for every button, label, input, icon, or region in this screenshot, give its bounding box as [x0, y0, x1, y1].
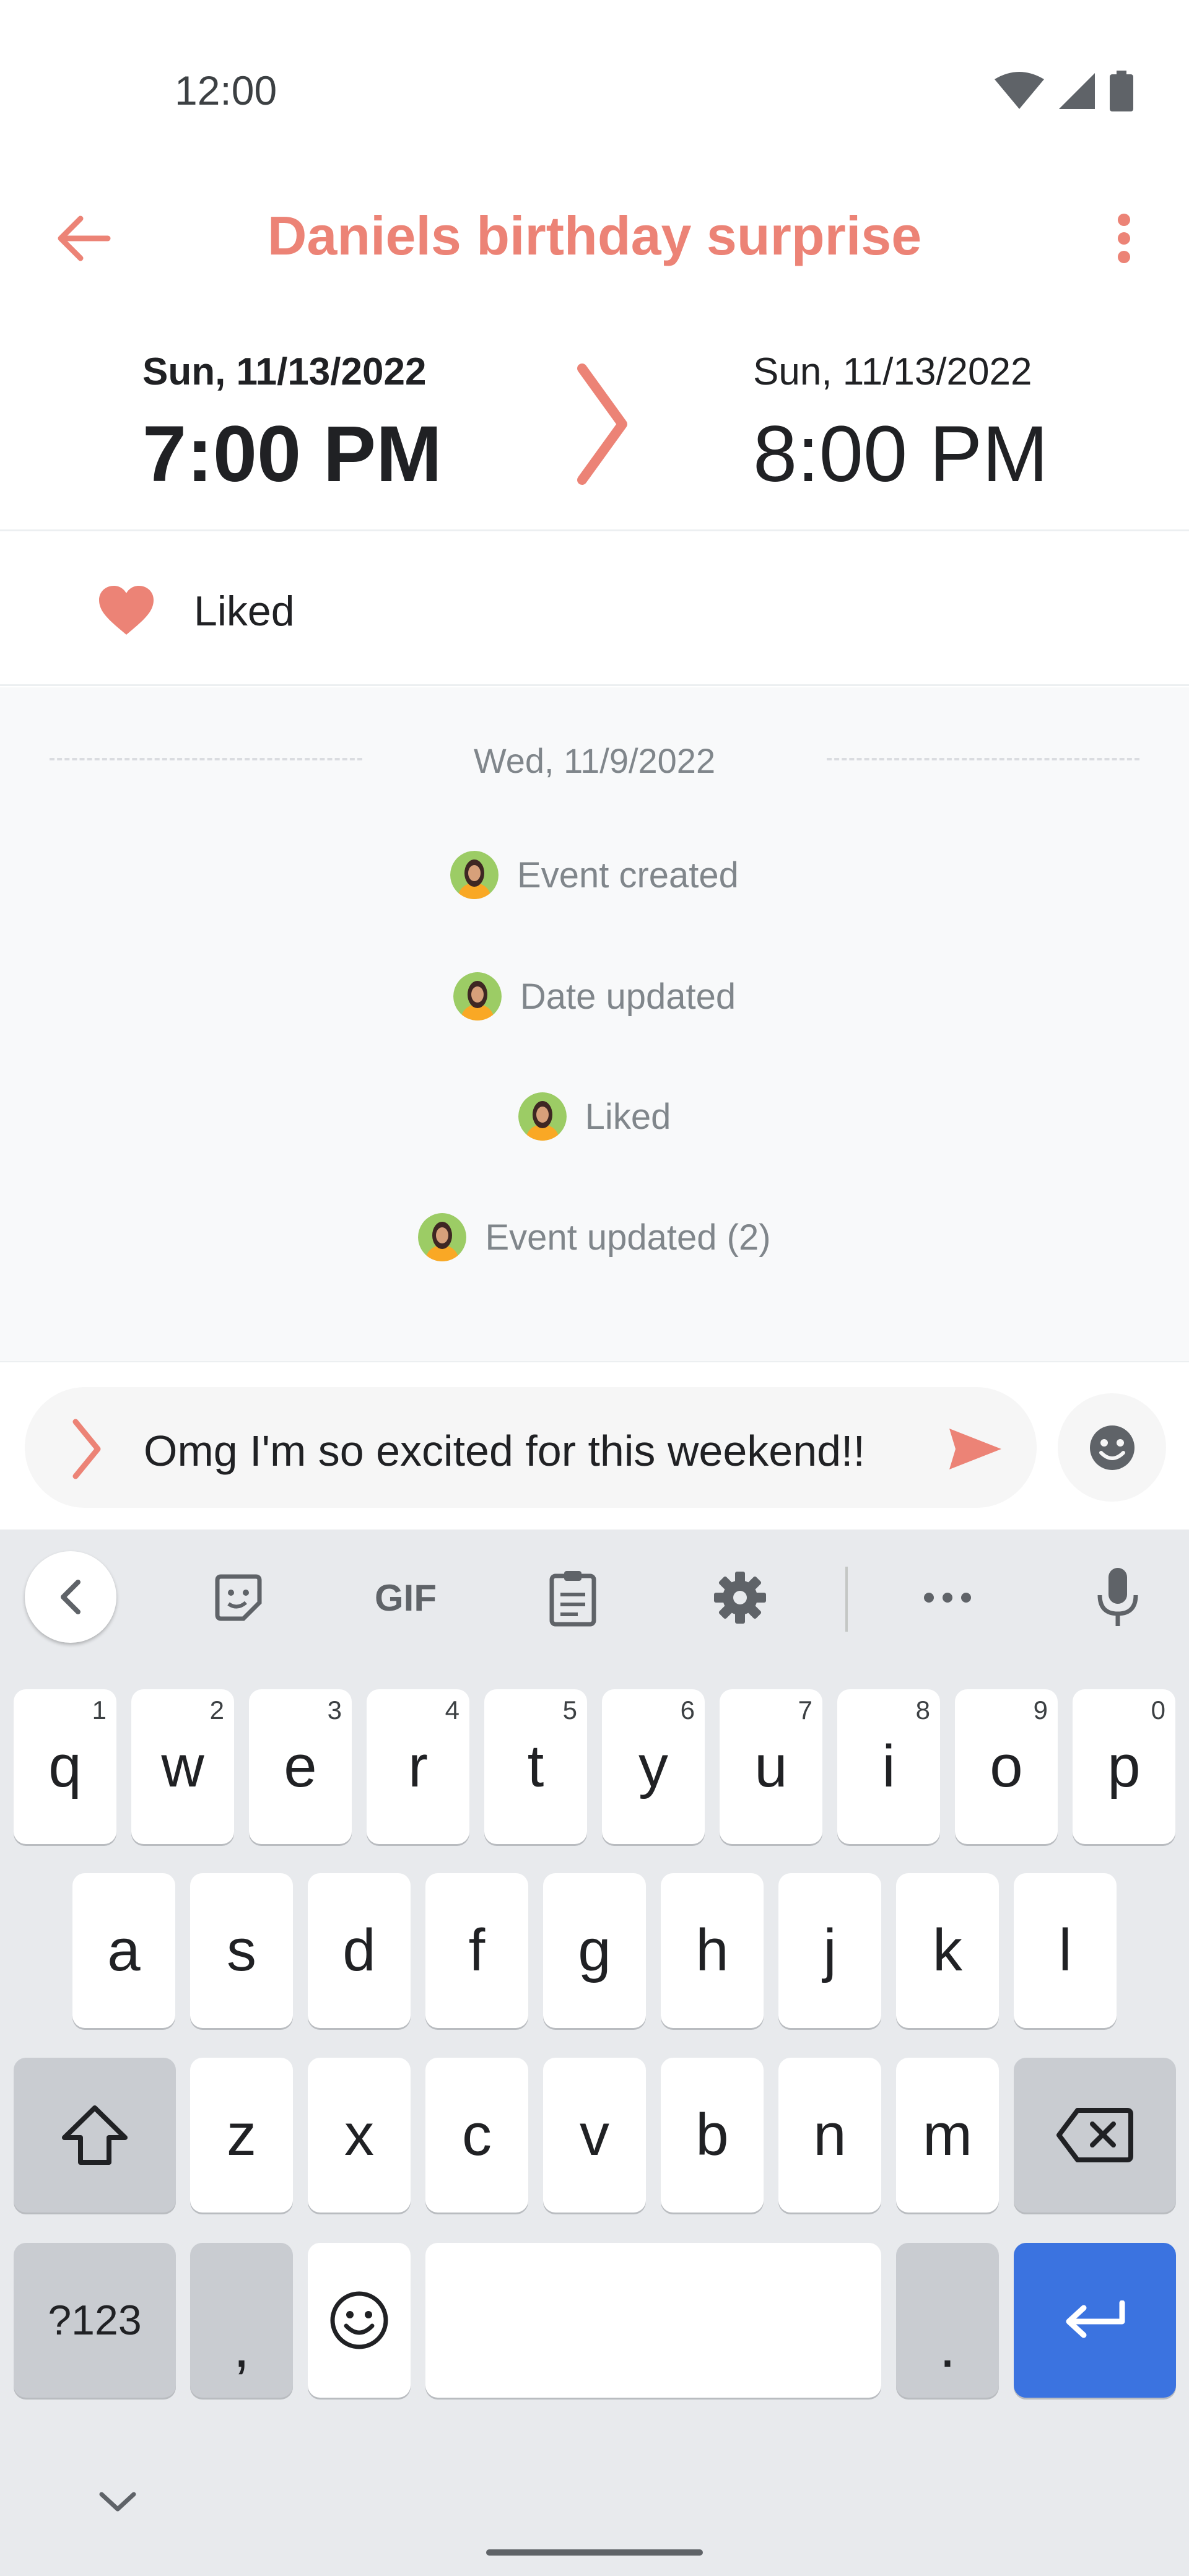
key-c[interactable]: c [425, 2058, 528, 2213]
gesture-nav-handle[interactable] [486, 2549, 703, 2556]
key-b[interactable]: b [661, 2058, 764, 2213]
key-m[interactable]: m [896, 2058, 999, 2213]
key-g[interactable]: g [543, 1873, 646, 2028]
enter-icon [1066, 2300, 1125, 2338]
symbols-key[interactable]: ?123 [14, 2243, 176, 2398]
emoji-key[interactable] [308, 2243, 411, 2398]
key-j[interactable]: j [778, 1873, 881, 2028]
key-k[interactable]: k [896, 1873, 999, 2028]
period-key[interactable]: . [896, 2243, 999, 2398]
send-button[interactable] [944, 1418, 1006, 1480]
keyboard-toolbar-back-button[interactable] [25, 1551, 116, 1643]
key-f[interactable]: f [425, 1873, 528, 2028]
key-o[interactable]: o9 [955, 1689, 1058, 1844]
feed-item: Event created [0, 847, 1189, 903]
comma-key[interactable]: , [190, 2243, 293, 2398]
key-w[interactable]: w2 [131, 1689, 234, 1844]
key-q[interactable]: q1 [14, 1689, 116, 1844]
feed-item: Liked [0, 1089, 1189, 1144]
key-v[interactable]: v [543, 2058, 646, 2213]
key-n[interactable]: n [778, 2058, 881, 2213]
message-input[interactable] [144, 1423, 912, 1479]
event-title: Daniels birthday surprise [267, 205, 922, 266]
key-s[interactable]: s [190, 1873, 293, 2028]
clipboard-icon [549, 1571, 596, 1627]
wifi-icon [995, 72, 1044, 109]
status-clock: 12:00 [175, 67, 277, 113]
feed-item-text: Liked [585, 1096, 671, 1137]
key-p[interactable]: p0 [1073, 1689, 1175, 1844]
space-key[interactable] [425, 2243, 881, 2398]
feed-item: Date updated [0, 968, 1189, 1024]
backspace-key[interactable] [1014, 2058, 1176, 2213]
avatar [518, 1092, 567, 1141]
key-i[interactable]: i8 [837, 1689, 940, 1844]
feed-date-header: Wed, 11/9/2022 [473, 741, 716, 780]
key-d[interactable]: d [308, 1873, 411, 2028]
avatar [418, 1213, 467, 1261]
cellular-signal-icon [1059, 73, 1095, 109]
start-date[interactable]: Sun, 11/13/2022 [142, 350, 426, 394]
keyboard-collapse-icon[interactable] [93, 2483, 142, 2520]
battery-icon [1110, 71, 1133, 111]
mic-icon [1097, 1568, 1138, 1626]
feed-item: Event updated (2) [0, 1209, 1189, 1265]
gif-icon: GIF [375, 1577, 437, 1619]
avatar [453, 972, 502, 1020]
avatar [450, 851, 499, 899]
key-h[interactable]: h [661, 1873, 764, 2028]
status-icons [995, 69, 1133, 113]
key-a[interactable]: a [72, 1873, 175, 2028]
settings-button[interactable] [700, 1557, 780, 1638]
send-icon [949, 1429, 1001, 1469]
key-z[interactable]: z [190, 2058, 293, 2213]
key-l[interactable]: l [1014, 1873, 1117, 2028]
start-time[interactable]: 7:00 PM [142, 409, 442, 500]
feed-item-text: Event created [517, 855, 739, 895]
voice-input-button[interactable] [1078, 1557, 1158, 1638]
overflow-menu-button[interactable] [1090, 198, 1158, 279]
enter-key[interactable] [1014, 2243, 1176, 2398]
divider [0, 529, 1189, 531]
settings-icon [714, 1572, 766, 1624]
shift-key[interactable] [14, 2058, 176, 2213]
feed-item-text: Date updated [520, 976, 736, 1017]
key-x[interactable]: x [308, 2058, 411, 2213]
more-horiz-icon [924, 1593, 971, 1603]
feed-item-text: Event updated (2) [485, 1217, 771, 1258]
heart-icon [99, 586, 154, 635]
key-u[interactable]: u7 [720, 1689, 822, 1844]
backspace-icon [1056, 2108, 1133, 2162]
liked-row[interactable] [0, 533, 1189, 684]
key-y[interactable]: y6 [602, 1689, 705, 1844]
gif-button[interactable]: GIF [365, 1557, 446, 1638]
more-vert-icon [1118, 214, 1130, 263]
key-t[interactable]: t5 [484, 1689, 587, 1844]
shift-icon [62, 2105, 128, 2165]
soft-keyboard [0, 1530, 1189, 2576]
emoji-button[interactable] [1058, 1393, 1166, 1502]
key-e[interactable]: e3 [249, 1689, 352, 1844]
divider [0, 684, 1189, 686]
chevron-right-icon [577, 363, 627, 485]
end-date[interactable]: Sun, 11/13/2022 [753, 350, 1032, 394]
toolbar-separator [845, 1567, 848, 1632]
emoji-icon [1089, 1425, 1135, 1470]
sticker-button[interactable] [198, 1557, 279, 1638]
clipboard-button[interactable] [533, 1557, 613, 1638]
back-chevron-icon [61, 1580, 81, 1614]
key-r[interactable]: r4 [367, 1689, 469, 1844]
emoji-icon [330, 2291, 388, 2349]
sticker-icon [215, 1574, 262, 1621]
chevron-right-icon[interactable] [68, 1418, 105, 1480]
end-time[interactable]: 8:00 PM [753, 409, 1048, 500]
more-button[interactable] [907, 1557, 988, 1638]
liked-label: Liked [194, 588, 295, 635]
